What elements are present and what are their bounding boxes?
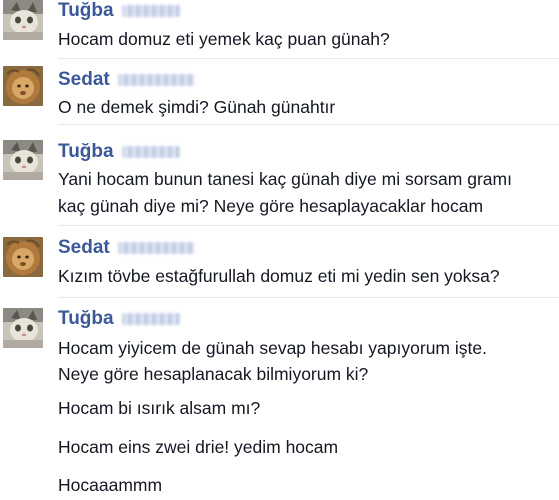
message-divider [58, 58, 559, 59]
sender-name[interactable]: Tuğba [58, 141, 114, 163]
sender-avatar-cat[interactable] [3, 0, 43, 40]
sender-name[interactable]: Sedat [58, 69, 110, 91]
sender-avatar-cat[interactable] [3, 140, 43, 180]
message-divider [58, 297, 559, 298]
message-text: Hocam eins zwei drie! yedim hocam [58, 437, 339, 457]
blurred-surname [117, 74, 194, 86]
message-text: O ne demek şimdi? Günah günahtır [58, 97, 336, 117]
sender-name[interactable]: Tuğba [58, 308, 114, 330]
blurred-surname [121, 146, 180, 158]
sender-avatar-lion[interactable] [3, 237, 43, 277]
blurred-surname [121, 313, 180, 325]
message-text: Hocam bi ısırık alsam mı? [58, 398, 261, 418]
sender-avatar-lion[interactable] [3, 66, 43, 106]
sender-name[interactable]: Tuğba [58, 0, 114, 22]
sender-avatar-cat[interactable] [3, 308, 43, 348]
message-text: Hocam yiyicem de günah sevap hesabı yapı… [58, 338, 487, 358]
message-text: Neye göre hesaplanacak bilmiyorum ki? [58, 364, 369, 384]
message-divider [58, 225, 559, 226]
message-text: Hocaaammm [58, 475, 163, 495]
message-text: Kızım tövbe estağfurullah domuz eti mi y… [58, 266, 500, 286]
message-text: Hocam domuz eti yemek kaç puan günah? [58, 29, 390, 49]
message-divider [58, 124, 559, 125]
message-text: kaç günah diye mi? Neye göre hesaplayaca… [58, 196, 484, 216]
blurred-surname [117, 242, 194, 254]
blurred-surname [121, 5, 180, 17]
sender-name[interactable]: Sedat [58, 237, 110, 259]
message-text: Yani hocam bunun tanesi kaç günah diye m… [58, 169, 512, 189]
